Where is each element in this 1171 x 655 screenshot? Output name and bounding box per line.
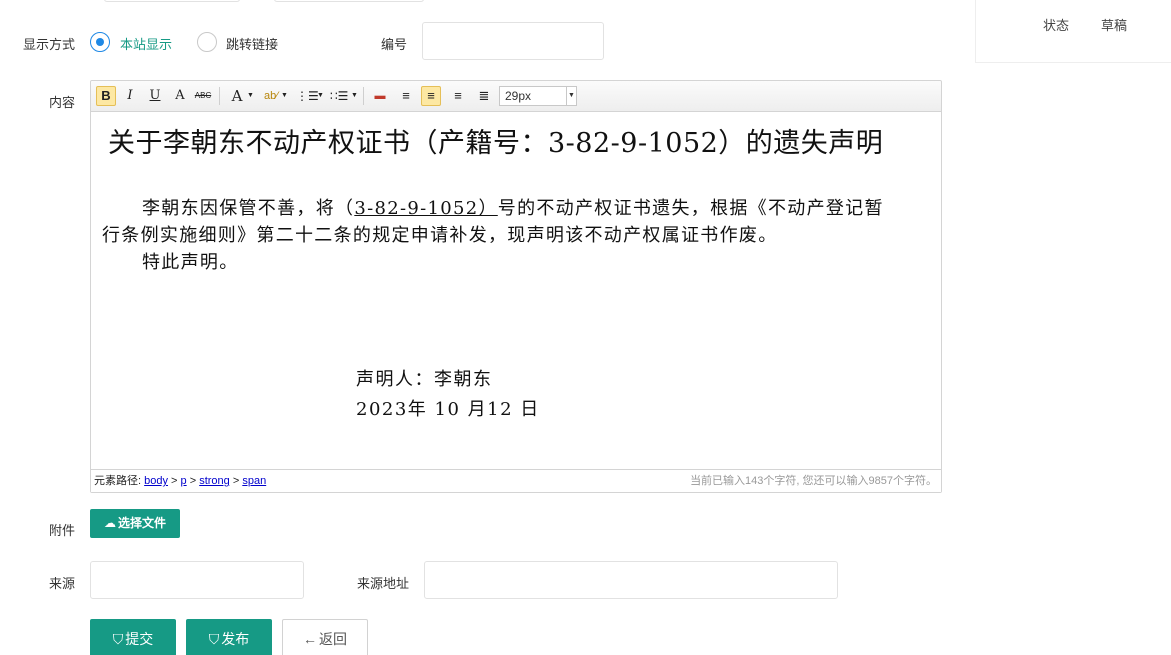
top-input-right[interactable] (274, 0, 424, 2)
publish-label: 发布 (221, 631, 250, 647)
number-input[interactable] (422, 22, 604, 60)
cloud-upload-icon: ☁ (103, 516, 116, 530)
shield-check-icon: ⛉ (208, 631, 220, 647)
toolbar-separator (363, 87, 364, 105)
document-signer: 声明人：李朝东 (356, 369, 493, 390)
radio-local-display[interactable] (90, 32, 110, 52)
source-url-input[interactable] (424, 561, 838, 599)
radio-local-display-label[interactable]: 本站显示 (120, 34, 172, 53)
publish-button[interactable]: ⛉ 发布 (186, 619, 272, 655)
radio-jump-link-label[interactable]: 跳转链接 (226, 34, 278, 53)
font-color-dropdown-icon[interactable]: ▼ (246, 86, 255, 106)
underline-button[interactable]: U (145, 86, 165, 106)
element-path: 元素路径: body > p > strong > span (94, 475, 267, 487)
highlight-dropdown-icon[interactable]: ▼ (280, 86, 289, 106)
attachment-label: 附件 (48, 523, 75, 538)
choose-file-button[interactable]: ☁ 选择文件 (90, 509, 180, 538)
document-paragraph-1: 李朝东因保管不善，将（3-82-9-1052）号的不动产权证书遗失，根据《不动产… (102, 195, 884, 249)
submit-label: 提交 (125, 631, 154, 647)
editor-toolbar: B I U A ABC A ▼ ab⁄ ▼ ⋮☰ ▼ ∷☰ ▼ ▬ ≡ ≡ ≡ … (91, 81, 941, 112)
font-color-button[interactable]: A (227, 86, 247, 106)
number-label: 编号 (380, 37, 407, 52)
align-center-icon[interactable]: ≡ (421, 86, 441, 106)
unordered-list-dropdown-icon[interactable]: ▼ (350, 86, 359, 106)
insert-image-icon[interactable]: ▬ (370, 86, 390, 106)
document-title: 关于李朝东不动产权证书（产籍号：3-82-9-1052）的遗失声明 (108, 128, 884, 159)
path-link-span[interactable]: span (242, 475, 266, 487)
bold-button[interactable]: B (96, 86, 116, 106)
chevron-down-icon[interactable]: ▼ (566, 87, 576, 105)
document-paragraph-2: 特此声明。 (102, 249, 239, 276)
editor-statusbar: 元素路径: body > p > strong > span 当前已输入143个… (91, 469, 941, 492)
property-number: 3-82-9-1052） (354, 198, 498, 219)
paragraph-1-text-after: 号的不动产权证书遗失，根据《不动产登记暂 (497, 198, 884, 219)
radio-jump-link[interactable] (197, 32, 217, 52)
italic-button[interactable]: I (120, 86, 140, 106)
path-link-p[interactable]: p (181, 475, 187, 487)
font-border-button[interactable]: A (170, 86, 190, 106)
paragraph-1-line-2: 行条例实施细则》第二十二条的规定申请补发，现声明该不动产权属证书作废。 (102, 225, 778, 246)
shield-check-icon: ⛉ (112, 631, 124, 647)
choose-file-label: 选择文件 (117, 516, 166, 530)
status-value: 草稿 (1101, 18, 1128, 33)
font-size-value: 29px (505, 89, 532, 103)
path-link-body[interactable]: body (144, 475, 168, 487)
strikethrough-button[interactable]: ABC (193, 86, 213, 106)
status-panel (975, 0, 1171, 63)
highlight-color-icon[interactable]: ab⁄ (261, 86, 281, 106)
status-label: 状态 (1043, 18, 1070, 33)
path-link-strong[interactable]: strong (199, 475, 230, 487)
paragraph-2-text: 特此声明。 (142, 252, 239, 273)
source-input[interactable] (90, 561, 304, 599)
word-count: 当前已输入143个字符, 您还可以输入9857个字符。 (690, 475, 937, 487)
top-input-left[interactable] (104, 0, 240, 2)
editor-content[interactable]: 关于李朝东不动产权证书（产籍号：3-82-9-1052）的遗失声明 李朝东因保管… (91, 113, 941, 469)
display-mode-label: 显示方式 (22, 37, 75, 52)
content-label: 内容 (48, 95, 75, 110)
align-justify-icon[interactable]: ≣ (474, 86, 494, 106)
source-label: 来源 (48, 576, 75, 591)
align-right-icon[interactable]: ≡ (448, 86, 468, 106)
ordered-list-dropdown-icon[interactable]: ▼ (316, 86, 325, 106)
back-label: 返回 (319, 631, 347, 647)
arrow-left-icon: ← (303, 631, 317, 647)
font-size-select[interactable]: 29px ▼ (499, 86, 577, 106)
submit-button[interactable]: ⛉ 提交 (90, 619, 176, 655)
unordered-list-icon[interactable]: ∷☰ (329, 86, 349, 106)
rich-text-editor[interactable]: B I U A ABC A ▼ ab⁄ ▼ ⋮☰ ▼ ∷☰ ▼ ▬ ≡ ≡ ≡ … (90, 80, 942, 493)
align-left-icon[interactable]: ≡ (396, 86, 416, 106)
document-date: 2023年 10 月12 日 (356, 399, 540, 420)
element-path-label: 元素路径: (94, 475, 142, 487)
paragraph-1-text-before: 李朝东因保管不善，将（ (142, 198, 355, 219)
source-url-label: 来源地址 (356, 576, 409, 591)
toolbar-separator (219, 87, 220, 105)
back-button[interactable]: ← 返回 (282, 619, 368, 655)
